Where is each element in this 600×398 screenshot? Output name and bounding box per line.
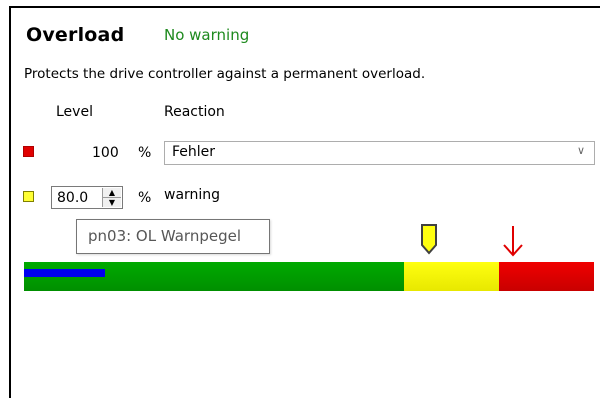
reaction-dropdown-value: Fehler <box>172 144 216 160</box>
gauge-warning-zone <box>404 262 499 291</box>
error-level-unit: % <box>138 145 152 161</box>
current-load-fill <box>24 269 105 277</box>
error-level-color-swatch <box>23 146 34 157</box>
parameter-tooltip: pn03: OL Warnpegel <box>76 219 270 254</box>
column-header-level: Level <box>56 104 93 120</box>
panel-title: Overload <box>26 24 125 46</box>
error-level-value: 100 <box>92 145 119 161</box>
status-text: No warning <box>164 26 250 44</box>
description-text: Protects the drive controller against a … <box>24 66 426 82</box>
warning-level-stepper[interactable]: ▲ ▼ <box>51 186 123 209</box>
chevron-down-icon: ∨ <box>576 144 585 157</box>
warning-level-input[interactable] <box>53 188 105 207</box>
warning-label: warning <box>164 187 221 203</box>
overload-gauge <box>24 262 594 291</box>
warning-level-marker-icon[interactable] <box>420 223 438 255</box>
column-header-reaction: Reaction <box>164 104 225 120</box>
gauge-error-zone <box>499 262 594 291</box>
tooltip-text: pn03: OL Warnpegel <box>88 227 242 245</box>
warning-level-unit: % <box>138 190 152 206</box>
stepper-buttons: ▲ ▼ <box>102 188 121 207</box>
warning-level-color-swatch <box>23 191 34 202</box>
stepper-down-icon[interactable]: ▼ <box>103 198 121 207</box>
stepper-up-icon[interactable]: ▲ <box>103 188 121 198</box>
error-level-arrow-icon <box>503 226 523 257</box>
reaction-dropdown[interactable]: Fehler ∨ <box>164 141 595 165</box>
